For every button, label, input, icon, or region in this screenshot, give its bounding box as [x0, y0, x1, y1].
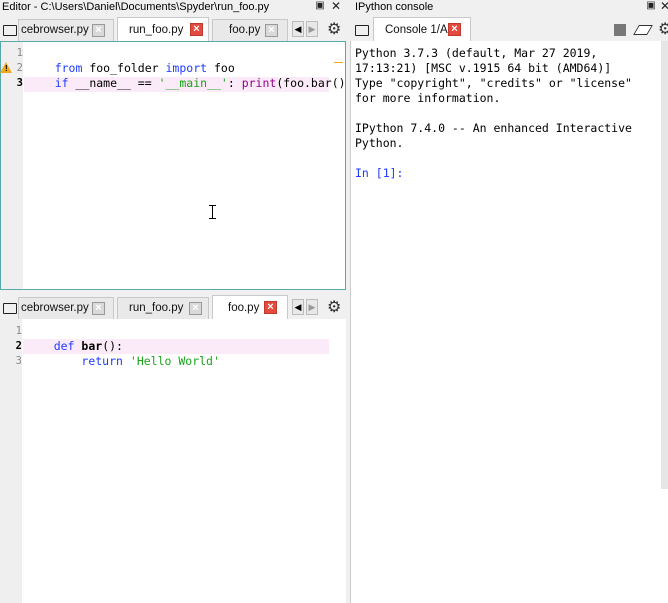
- console-tabbar: Console 1/A × ⚙: [350, 17, 668, 41]
- console-line: Python 3.7.3 (default, Mar 27 2019,: [355, 46, 598, 60]
- eraser-icon[interactable]: [633, 25, 653, 35]
- tab-label: run_foo.py: [129, 24, 184, 36]
- builtin-name: print: [241, 76, 277, 90]
- tab-foo[interactable]: foo.py ×: [212, 19, 288, 41]
- scroll-tabs-right-icon[interactable]: ▶: [306, 21, 318, 37]
- console-scrollbar[interactable]: [661, 41, 668, 489]
- console-prompt[interactable]: In [1]:: [355, 166, 403, 181]
- close-icon[interactable]: ×: [92, 302, 105, 315]
- keyword: if: [54, 76, 69, 90]
- code-line-2: if __name__ == '__main__': print(foo.bar…: [27, 61, 353, 90]
- tab-label: cebrowser.py: [21, 302, 89, 314]
- keyword: return: [81, 354, 123, 368]
- code-line-1: def bar():: [26, 324, 123, 353]
- browse-tabs-icon[interactable]: [355, 25, 369, 36]
- top-editor-tabbar: cebrowser.py × run_foo.py × foo.py × ◀ ▶…: [0, 17, 347, 41]
- tab-label: Console 1/A: [385, 24, 448, 36]
- bottom-code-editor[interactable]: 1 2 3 def bar(): return 'Hello World': [0, 319, 346, 603]
- close-icon[interactable]: ×: [265, 24, 278, 37]
- warning-mark: !: [5, 64, 8, 73]
- line-number: 2: [16, 62, 23, 74]
- browse-tabs-icon[interactable]: [3, 303, 17, 314]
- stop-icon[interactable]: [614, 24, 626, 36]
- code-text: __name__ ==: [68, 76, 159, 90]
- line-number: 3: [15, 355, 22, 367]
- undock-icon[interactable]: ▣: [314, 0, 326, 12]
- line-number-current: 2: [15, 340, 22, 352]
- top-code-editor[interactable]: ! 1 2 3 from foo_folder import foo if __…: [0, 41, 352, 290]
- string-literal: '__main__': [158, 76, 228, 90]
- close-icon[interactable]: ×: [264, 301, 277, 314]
- tab-run-foo[interactable]: run_foo.py ×: [117, 17, 209, 41]
- close-icon[interactable]: ×: [92, 24, 105, 37]
- tab-cebrowser[interactable]: cebrowser.py ×: [18, 297, 114, 319]
- console-line: 17:13:21) [MSC v.1915 64 bit (AMD64)]: [355, 61, 612, 75]
- scroll-tabs-left-icon[interactable]: ◀: [292, 21, 304, 37]
- editor-pane-title: Editor - C:\Users\Daniel\Documents\Spyde…: [2, 1, 270, 13]
- close-pane-icon[interactable]: ✕: [659, 0, 668, 12]
- console-line: Type "copyright", "credits" or "license": [355, 76, 632, 90]
- close-icon[interactable]: ×: [448, 23, 461, 36]
- undock-icon[interactable]: ▣: [645, 0, 657, 12]
- code-line-1: from foo_folder import foo: [27, 46, 235, 75]
- tab-console[interactable]: Console 1/A ×: [373, 17, 471, 41]
- line-number: 1: [16, 47, 23, 59]
- text-cursor-ibeam-icon: [212, 205, 213, 219]
- console-line: IPython 7.4.0 -- An enhanced Interactive: [355, 121, 632, 135]
- ibeam-bottom: [209, 218, 216, 219]
- ibeam-top: [209, 205, 216, 206]
- code-text: (foo.bar()): [276, 76, 353, 90]
- gear-icon[interactable]: ⚙: [327, 22, 341, 38]
- line-number-current: 3: [16, 77, 23, 89]
- scroll-tabs-left-icon[interactable]: ◀: [292, 299, 304, 315]
- browse-tabs-icon[interactable]: [3, 25, 17, 36]
- tab-label: foo.py: [228, 302, 260, 314]
- tab-label: run_foo.py: [129, 302, 184, 314]
- console-line: Python.: [355, 136, 404, 150]
- console-line: for more information.: [355, 91, 501, 105]
- gear-icon[interactable]: ⚙: [327, 300, 341, 316]
- tab-foo[interactable]: foo.py ×: [212, 295, 288, 319]
- close-icon[interactable]: ×: [190, 23, 203, 36]
- tab-cebrowser[interactable]: cebrowser.py ×: [18, 19, 114, 41]
- scroll-tabs-right-icon[interactable]: ▶: [306, 299, 318, 315]
- gear-icon[interactable]: ⚙: [658, 22, 668, 38]
- tab-run-foo[interactable]: run_foo.py ×: [117, 297, 209, 319]
- string-literal: 'Hello World': [129, 354, 220, 368]
- code-text: :: [227, 76, 242, 90]
- code-line-2: return 'Hello World': [26, 339, 220, 368]
- tab-label: cebrowser.py: [21, 24, 89, 36]
- bottom-editor-tabbar: cebrowser.py × run_foo.py × foo.py × ◀ ▶…: [0, 295, 347, 319]
- console-pane-title: IPython console: [355, 1, 434, 13]
- line-number: 1: [15, 325, 22, 337]
- close-icon[interactable]: ×: [189, 302, 202, 315]
- close-pane-icon[interactable]: ✕: [330, 0, 342, 12]
- tab-label: foo.py: [229, 24, 261, 36]
